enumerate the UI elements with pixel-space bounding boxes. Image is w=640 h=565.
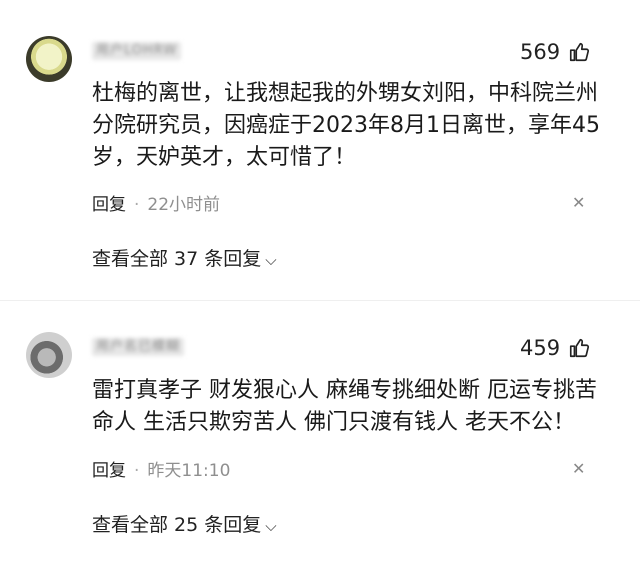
like-count: 459 — [520, 336, 561, 360]
view-replies-label: 查看全部 37 条回复 — [92, 248, 262, 270]
view-replies-label: 查看全部 25 条回复 — [92, 514, 262, 536]
comment-text: 雷打真孝子 财发狠心人 麻绳专挑细处断 厄运专挑苦命人 生活只欺穷苦人 佛门只渡… — [92, 378, 597, 435]
thumbs-up-icon[interactable] — [568, 41, 590, 63]
comment-text: 杜梅的离世，让我想起我的外甥女刘阳，中科院兰州分院研究员，因癌症于2023年8月… — [92, 81, 600, 170]
thumbs-up-icon[interactable] — [568, 337, 590, 359]
timestamp: 22小时前 — [147, 195, 221, 215]
close-icon[interactable]: ✕ — [572, 459, 585, 478]
reply-button[interactable]: 回复 — [92, 195, 126, 215]
divider — [0, 300, 640, 301]
avatar[interactable] — [26, 332, 72, 378]
timestamp: 昨天11:10 — [147, 461, 231, 481]
separator-dot: · — [134, 195, 140, 215]
like-count: 569 — [520, 40, 561, 64]
close-icon[interactable]: ✕ — [572, 193, 585, 212]
reply-button[interactable]: 回复 — [92, 461, 126, 481]
avatar[interactable] — [26, 36, 72, 82]
chevron-down-icon: ⌵ — [265, 517, 277, 535]
view-all-replies-link[interactable]: 查看全部 37 条回复 ⌵ — [92, 244, 277, 271]
separator-dot: · — [134, 461, 140, 481]
username[interactable]: 用户名已模糊 — [92, 338, 185, 356]
view-all-replies-link[interactable]: 查看全部 25 条回复 ⌵ — [92, 510, 277, 537]
comment-meta: 回复 · 昨天11:10 — [92, 456, 230, 481]
comment-meta: 回复 · 22小时前 — [92, 190, 220, 215]
chevron-down-icon: ⌵ — [265, 251, 277, 269]
username[interactable]: 用户LOHRW — [92, 42, 182, 60]
